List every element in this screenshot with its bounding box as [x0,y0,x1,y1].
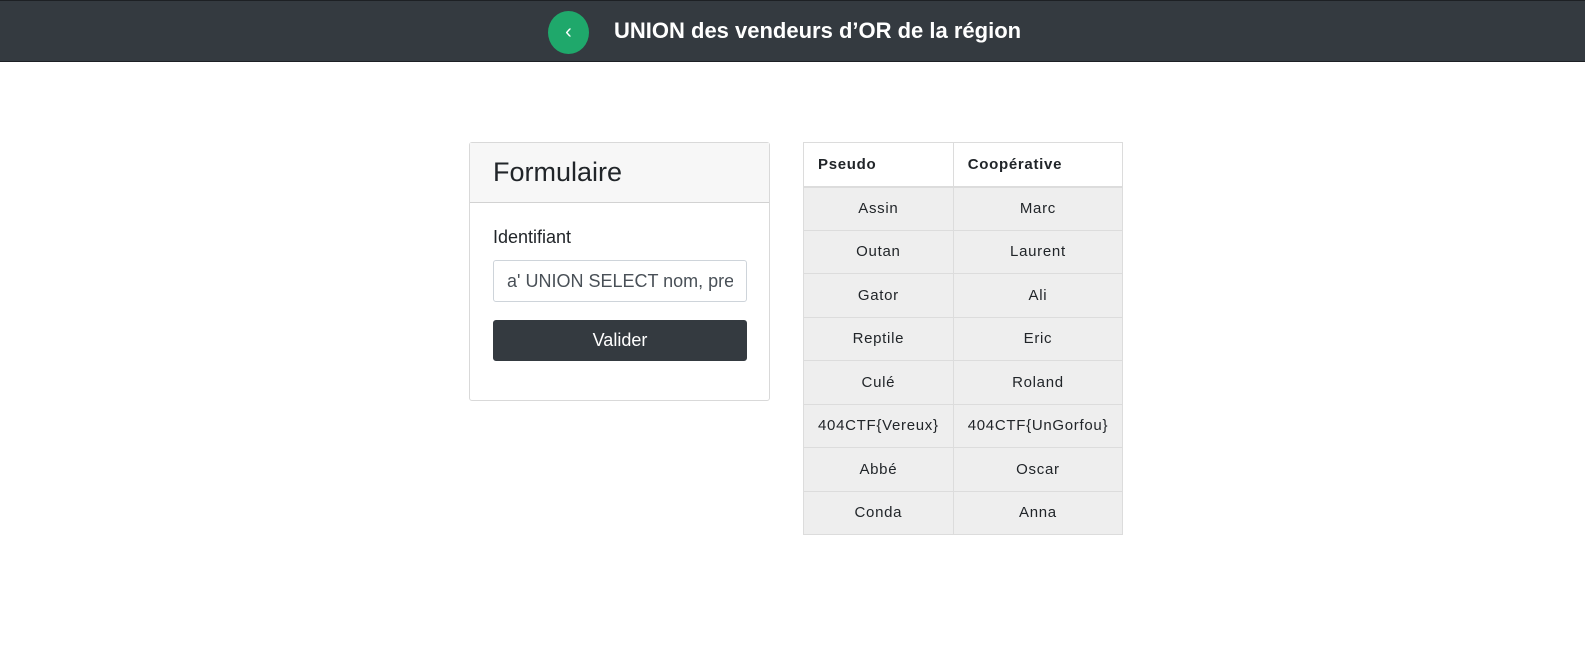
table-row: Culé Roland [803,360,1124,405]
table-row: Abbé Oscar [803,447,1124,492]
identifier-input[interactable] [493,260,747,302]
cell-cooperative: Eric [952,316,1124,361]
login-form-card: Formulaire Identifiant Valider [469,142,770,401]
card-title: Formulaire [493,157,623,187]
column-header-cooperative: Coopérative [952,142,1124,188]
cell-pseudo: Outan [803,229,954,274]
back-button[interactable]: ‹ [548,11,589,54]
table-row: Reptile Eric [803,316,1124,361]
cell-cooperative: Roland [952,360,1124,405]
cell-cooperative: Anna [952,490,1124,535]
table-row: Outan Laurent [803,229,1124,274]
table-header-row: Pseudo Coopérative [803,142,1124,188]
column-header-pseudo: Pseudo [803,142,954,188]
cell-cooperative: Marc [952,186,1124,231]
results-table: Pseudo Coopérative Assin Marc Outan Laur… [803,142,1124,535]
page-title: UNION des vendeurs d’OR de la région [614,18,1022,43]
cell-pseudo: Reptile [803,316,954,361]
cell-pseudo: Conda [803,490,954,535]
cell-cooperative: Laurent [952,229,1124,274]
identifier-label: Identifiant [493,227,572,247]
cell-pseudo: Assin [803,186,954,231]
table-row: Conda Anna [803,490,1124,535]
cell-pseudo: Gator [803,273,954,318]
table-row: Gator Ali [803,273,1124,318]
chevron-left-icon: ‹ [565,21,572,43]
cell-cooperative: 404CTF{UnGorfou} [952,403,1124,448]
cell-pseudo: 404CTF{Vereux} [803,403,954,448]
cell-cooperative: Ali [952,273,1124,318]
table-row: 404CTF{Vereux} 404CTF{UnGorfou} [803,403,1124,448]
table-row: Assin Marc [803,186,1124,231]
cell-pseudo: Abbé [803,447,954,492]
submit-button[interactable]: Valider [493,320,747,361]
navbar: ‹ UNION des vendeurs d’OR de la région [0,0,1585,62]
cell-cooperative: Oscar [952,447,1124,492]
cell-pseudo: Culé [803,360,954,405]
card-header: Formulaire [470,143,769,203]
